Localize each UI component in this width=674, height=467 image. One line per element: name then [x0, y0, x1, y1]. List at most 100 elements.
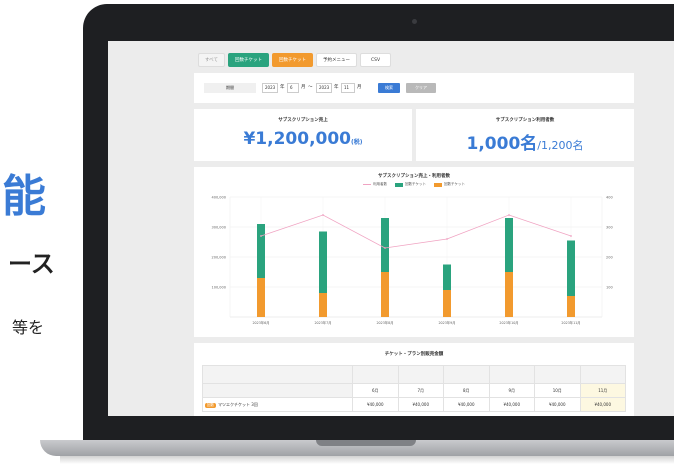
sales-table-card: チケット・プラン別販売金額 6月 7月 8月 9月 10月 11月 回数 マツエ… [194, 343, 634, 416]
kpi-users-card: サブスクリプション利用者数 1,000名/1,200名 [416, 109, 634, 161]
bar-green [319, 231, 327, 293]
kpi-sales-title: サブスクリプション売上 [278, 118, 328, 123]
y-left-tick-label: 100,000 [212, 286, 226, 290]
to-year-unit: 年 [334, 85, 339, 90]
kpi-users-value: 1,000名 [466, 134, 538, 154]
table-cell [488, 365, 535, 384]
table-cell: ¥40,000 [397, 397, 444, 412]
from-month-unit: 月 [301, 85, 306, 90]
y-left-tick-label: 300,000 [212, 226, 226, 230]
kpi-users-value-wrap: 1,000名/1,200名 [416, 129, 634, 154]
tab-reservation-menu[interactable]: 予約メニュー [316, 53, 358, 67]
x-tick-label: 2023年11月 [561, 320, 580, 325]
bar-orange [319, 293, 327, 317]
tab-bar: すべて 回数チケット 回数チケット 予約メニュー CSV [198, 53, 392, 67]
laptop-notch [316, 440, 416, 446]
bar-green [505, 218, 513, 272]
table-cell: ¥40,000 [579, 397, 626, 412]
marketing-copy: 能 ース 等を [0, 0, 90, 467]
bar-green [443, 264, 451, 290]
table-cell: ¥40,000 [488, 397, 535, 412]
bar-green [257, 224, 265, 278]
range-separator: 〜 [308, 85, 313, 90]
x-tick-label: 2023年9月 [438, 320, 455, 325]
from-year-unit: 年 [280, 85, 285, 90]
table-cell [202, 365, 353, 384]
y-right-tick-label: 300 [606, 226, 613, 230]
bar-green [381, 218, 389, 272]
x-tick-label: 2023年10月 [499, 320, 518, 325]
table-spacer-row [202, 365, 626, 384]
bar-orange [567, 296, 575, 317]
table-header-month: 6月 [352, 383, 399, 398]
table-cell: ¥40,000 [443, 397, 490, 412]
y-right-tick-label: 400 [606, 196, 613, 200]
table-cell [579, 365, 626, 384]
ticket-name: マツエクチケット 3回 [218, 401, 258, 407]
subline-fragment: ース [8, 250, 55, 278]
table-header-month: 9月 [488, 383, 535, 398]
body-fragment: 等を [12, 318, 45, 337]
search-button[interactable]: 検索 [378, 83, 400, 93]
table-header-month: 8月 [443, 383, 490, 398]
headline-fragment: 能 [2, 171, 46, 222]
marketing-image: 能 ース 等を すべて 回数チケット 回数チケット 予約メニュー CSV 期間 … [0, 0, 674, 467]
sales-chart-card: サブスクリプション売上・利用者数 利用者数 回数チケット 回数チケット 400,… [194, 167, 634, 337]
from-year-input[interactable]: 2023 [262, 83, 278, 93]
sales-table: 6月 7月 8月 9月 10月 11月 回数 マツエクチケット 3回 ¥40,00… [202, 365, 626, 412]
table-header-month: 7月 [397, 383, 444, 398]
table-row-name: 回数 マツエクチケット 3回 [202, 397, 353, 412]
to-month-unit: 月 [357, 85, 362, 90]
clear-button[interactable]: クリア [406, 83, 436, 93]
table-header-month: 11月 [579, 383, 626, 398]
from-month-input[interactable]: 6 [287, 83, 299, 93]
table-cell [397, 365, 444, 384]
y-left-tick-label: 200,000 [212, 256, 226, 260]
kpi-users-sub: /1,200名 [537, 139, 584, 152]
kpi-users-title: サブスクリプション利用者数 [495, 118, 555, 123]
bar-orange [443, 290, 451, 317]
table-header-month: 10月 [534, 383, 581, 398]
to-month-input[interactable]: 11 [341, 83, 355, 93]
kpi-sales-value-wrap: ¥1,200,000(税) [194, 129, 412, 149]
y-right-tick-label: 200 [606, 256, 613, 260]
tab-csv[interactable]: CSV [360, 53, 392, 67]
x-tick-label: 2023年8月 [376, 320, 393, 325]
table-cell: ¥40,000 [534, 397, 581, 412]
chart-svg: 400,000 400 300,000 300 200,000 200 100,000 100… [212, 196, 613, 326]
laptop-screen: すべて 回数チケット 回数チケット 予約メニュー CSV 期間 2023 年 6… [108, 41, 674, 416]
table-row: 回数 マツエクチケット 3回 ¥40,000 ¥40,000 ¥40,000 ¥4… [202, 397, 626, 412]
line-point [260, 235, 262, 237]
kpi-sales-card: サブスクリプション売上 ¥1,200,000(税) [194, 109, 412, 161]
y-left-tick-label: 400,000 [212, 196, 226, 200]
camera-icon [412, 19, 417, 24]
table-header-cell [202, 383, 353, 398]
table-cell: ¥40,000 [352, 397, 399, 412]
kpi-sales-value: ¥1,200,000 [243, 129, 352, 149]
line-series [260, 214, 572, 249]
bar-orange [381, 272, 389, 317]
to-year-input[interactable]: 2023 [316, 83, 332, 93]
table-cell [352, 365, 399, 384]
tab-ticket-green[interactable]: 回数チケット [228, 53, 270, 67]
laptop-shadow [60, 456, 674, 464]
kpi-sales-unit: (税) [351, 139, 363, 146]
tab-ticket-orange[interactable]: 回数チケット [272, 53, 314, 67]
table-header-row: 6月 7月 8月 9月 10月 11月 [202, 383, 626, 398]
y-right-tick-label: 100 [606, 286, 613, 290]
period-label: 期間 [204, 83, 256, 93]
tab-all[interactable]: すべて [198, 53, 226, 67]
bar-green [567, 240, 575, 296]
table-title: チケット・プラン別販売金額 [384, 352, 444, 357]
x-tick-label: 2023年7月 [314, 320, 331, 325]
ticket-badge: 回数 [205, 402, 216, 408]
line-point [446, 238, 448, 240]
line-point [384, 247, 386, 249]
table-cell [534, 365, 581, 384]
line-point [570, 235, 572, 237]
line-point [322, 214, 324, 216]
table-cell [443, 365, 490, 384]
bar-orange [257, 278, 265, 317]
bar-orange [505, 272, 513, 317]
period-filter: 期間 2023 年 6 月 〜 2023 年 11 月 検索 クリア [194, 73, 634, 103]
